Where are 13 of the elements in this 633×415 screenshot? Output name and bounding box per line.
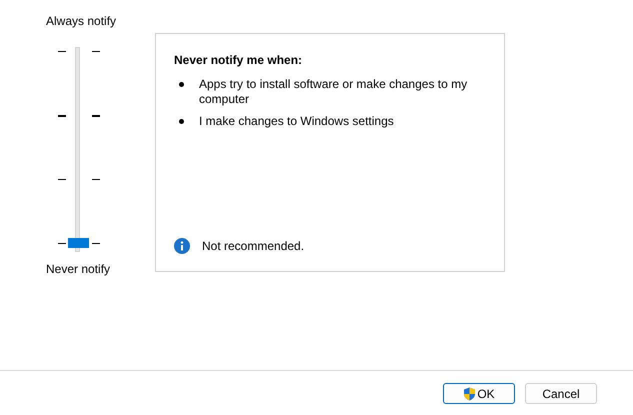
description-heading: Never notify me when: (174, 52, 304, 68)
bullet-icon (179, 119, 184, 124)
bullet-text: Apps try to install software or make changes to my computer (199, 77, 468, 107)
shield-icon (463, 386, 476, 400)
info-icon (174, 238, 190, 254)
slider-label: Never notify (46, 261, 112, 277)
bullet-icon (179, 82, 184, 87)
cancel-button[interactable]: Cancel (525, 383, 597, 404)
slider-label: Always notify (46, 13, 118, 29)
note-text: Not recommended. (202, 238, 304, 255)
ok-button[interactable]: OK (443, 383, 515, 404)
slider-thumb[interactable] (68, 238, 89, 248)
bullet-text: I make changes to Windows settings (199, 114, 395, 129)
